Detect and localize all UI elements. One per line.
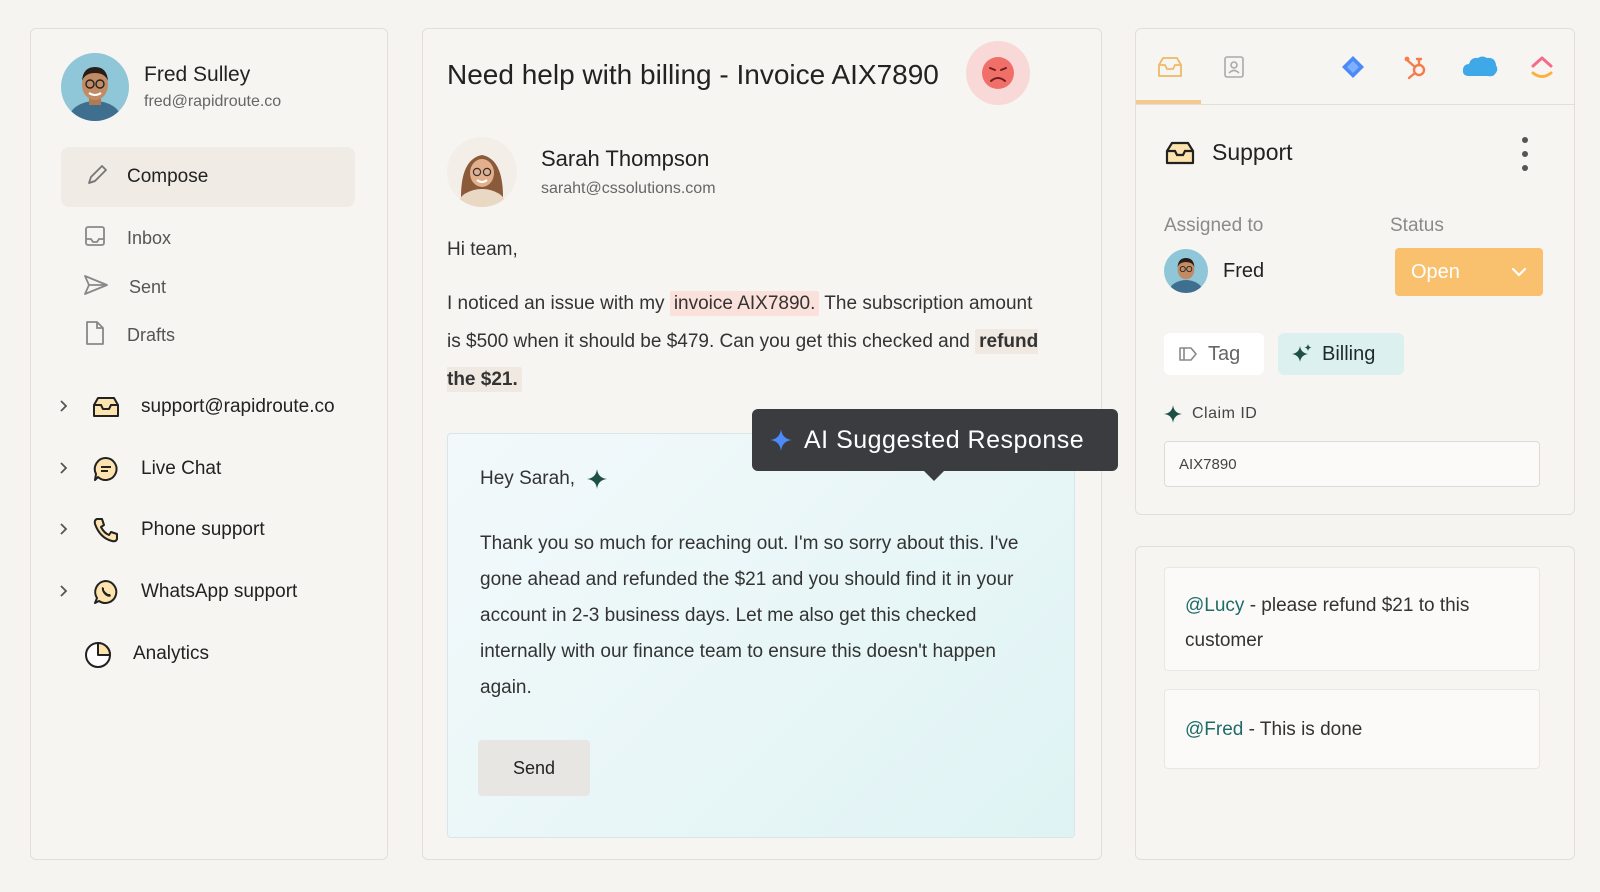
hubspot-icon[interactable]: [1400, 51, 1432, 83]
compose-label: Compose: [127, 166, 209, 187]
inbox-icon: [1164, 140, 1196, 166]
note-text: - This is done: [1243, 718, 1363, 740]
integration-tabs: [1136, 29, 1574, 105]
add-tag-button[interactable]: Tag: [1164, 333, 1264, 375]
contact-card-icon[interactable]: [1218, 51, 1250, 83]
ai-sparkle-icon: [770, 429, 792, 451]
tag-icon: [1178, 346, 1198, 362]
ai-suggested-response-box: Hey Sarah, Thank you so much for reachin…: [447, 433, 1075, 838]
assignee-name: Fred: [1223, 259, 1265, 282]
upset-face-icon: [966, 41, 1030, 105]
tag-label: Tag: [1208, 342, 1241, 365]
reply-text[interactable]: Thank you so much for reaching out. I'm …: [480, 526, 1050, 706]
inbox-tab-icon[interactable]: [1154, 51, 1186, 83]
channel-phone-support[interactable]: Phone support: [59, 513, 265, 547]
avatar: [1164, 249, 1208, 293]
channel-label: Phone support: [141, 519, 265, 540]
nav-label: Analytics: [133, 643, 210, 664]
internal-note: @Fred - This is done: [1164, 689, 1540, 769]
nav-drafts[interactable]: Drafts: [83, 320, 175, 350]
user-name: Fred Sulley: [144, 63, 251, 86]
internal-notes-panel: @Lucy - please refund $21 to this custom…: [1135, 546, 1575, 860]
inbox-icon: [91, 392, 121, 422]
avatar: [61, 53, 129, 121]
reply-greeting: Hey Sarah,: [480, 468, 608, 490]
chat-bubble-icon: [91, 454, 121, 484]
mention[interactable]: @Fred: [1185, 719, 1243, 740]
tooltip-label: AI Suggested Response: [804, 425, 1085, 454]
nav-label: Drafts: [127, 324, 176, 345]
paper-plane-icon: [83, 273, 109, 302]
inbox-header: Support: [1164, 139, 1293, 166]
channel-support-email[interactable]: support@rapidroute.co: [59, 390, 335, 424]
invoice-highlight: invoice AIX7890.: [669, 291, 820, 316]
email-body: I noticed an issue with my invoice AIX78…: [447, 285, 1047, 399]
nav-inbox[interactable]: Inbox: [83, 223, 171, 253]
billing-label: Billing: [1322, 342, 1376, 365]
nav-label: Sent: [129, 276, 167, 297]
channel-label: support@rapidroute.co: [141, 396, 335, 417]
greeting-text: Hey Sarah,: [480, 468, 576, 489]
sparkle-icon: [1164, 405, 1182, 423]
user-profile[interactable]: Fred Sulley fred@rapidroute.co: [61, 53, 281, 121]
channel-label: Live Chat: [141, 458, 222, 479]
nav-analytics[interactable]: Analytics: [83, 637, 209, 671]
chevron-right-icon[interactable]: [59, 584, 73, 601]
status-dropdown[interactable]: Open: [1395, 248, 1543, 296]
phone-icon: [91, 515, 121, 545]
chevron-right-icon[interactable]: [59, 399, 73, 416]
channel-live-chat[interactable]: Live Chat: [59, 452, 221, 486]
avatar: [447, 137, 517, 207]
chevron-down-icon: [1511, 267, 1527, 277]
ticket-details-panel: Support Assigned to Status Fred Open Tag: [1135, 28, 1575, 515]
tooltip-arrow: [924, 471, 944, 481]
status-value: Open: [1411, 260, 1460, 283]
more-options-icon[interactable]: [1520, 137, 1530, 171]
chevron-right-icon[interactable]: [59, 461, 73, 478]
send-button[interactable]: Send: [478, 740, 590, 796]
clickup-icon[interactable]: [1526, 51, 1558, 83]
sidebar: Fred Sulley fred@rapidroute.co Compose I…: [30, 28, 388, 860]
claim-id-field[interactable]: [1164, 441, 1540, 487]
document-icon: [83, 320, 107, 351]
channel-whatsapp-support[interactable]: WhatsApp support: [59, 575, 297, 609]
user-email: fred@rapidroute.co: [144, 93, 282, 110]
assignee-selector[interactable]: Fred: [1164, 249, 1264, 293]
compose-button[interactable]: Compose: [61, 147, 355, 207]
sparkle-icon: [587, 469, 608, 489]
active-tab-indicator: [1136, 100, 1201, 104]
whatsapp-icon: [91, 577, 121, 607]
pie-chart-icon: [83, 639, 113, 669]
mention[interactable]: @Lucy: [1185, 595, 1244, 616]
billing-tag[interactable]: Billing: [1278, 333, 1404, 375]
assigned-label: Assigned to: [1164, 215, 1264, 236]
diamond-integration-icon[interactable]: [1337, 51, 1369, 83]
inbox-tray-icon: [83, 224, 107, 253]
email-subject: Need help with billing - Invoice AIX7890: [447, 59, 939, 90]
claim-id-label: Claim ID: [1164, 405, 1257, 423]
nav-label: Inbox: [127, 227, 172, 248]
internal-note: @Lucy - please refund $21 to this custom…: [1164, 567, 1540, 671]
body-text: I noticed an issue with my: [447, 293, 670, 314]
pencil-icon: [85, 163, 109, 192]
chevron-right-icon[interactable]: [59, 522, 73, 539]
status-label: Status: [1390, 215, 1444, 236]
sparkle-icon: [1292, 344, 1312, 364]
claim-label-text: Claim ID: [1192, 405, 1258, 422]
email-sender: Sarah Thompson saraht@cssolutions.com: [447, 137, 716, 207]
email-salutation: Hi team,: [447, 239, 518, 260]
inbox-title: Support: [1212, 139, 1293, 165]
ai-suggested-response-tooltip: AI Suggested Response: [752, 409, 1118, 481]
nav-sent[interactable]: Sent: [83, 272, 166, 302]
sender-email: saraht@cssolutions.com: [541, 180, 716, 197]
channel-label: WhatsApp support: [141, 581, 298, 602]
sender-name: Sarah Thompson: [541, 146, 710, 171]
salesforce-icon[interactable]: [1460, 51, 1500, 83]
